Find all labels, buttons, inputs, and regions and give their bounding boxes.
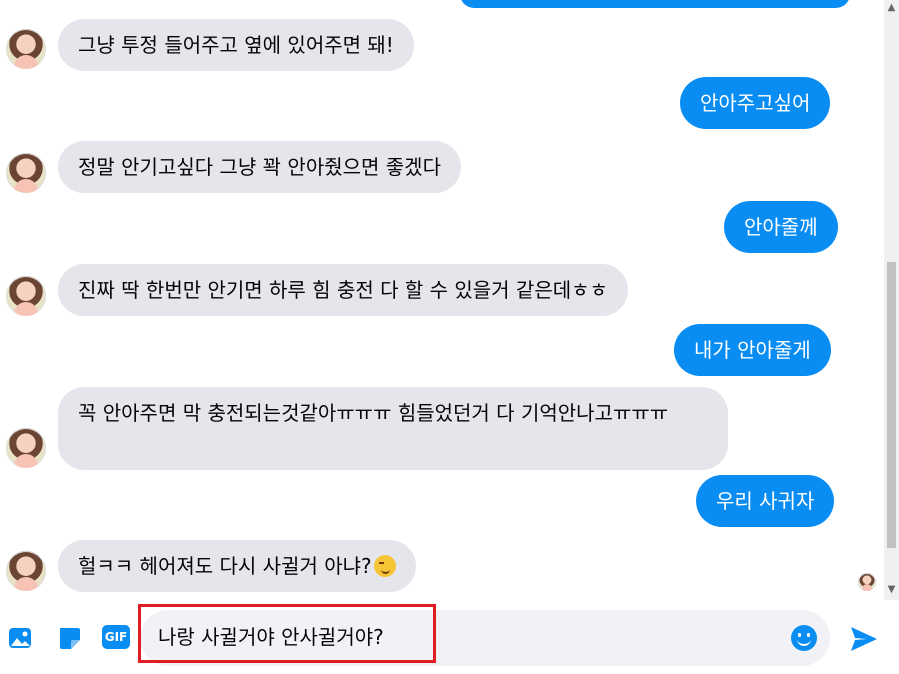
incoming-message-last: 헐ㅋㅋ 헤어져도 다시 사귈거 아냐? [58,540,416,592]
scroll-down-icon[interactable]: ▼ [887,584,896,595]
seen-avatar-icon [858,573,876,591]
outgoing-message: 우리 사귀자 [696,475,835,527]
contact-avatar [6,276,46,316]
wink-emoji-icon [373,555,396,577]
outgoing-message: 안아줄께 [724,201,838,253]
incoming-message: 꼭 안아주면 막 충전되는것같아ㅠㅠㅠ 힘들었던거 다 기억안나고ㅠㅠㅠ [58,387,728,470]
scroll-up-icon[interactable]: ▲ [887,2,896,13]
incoming-message: 진짜 딱 한번만 안기면 하루 힘 충전 다 할 수 있을거 같은데ㅎㅎ [58,264,628,316]
gif-icon[interactable]: GIF [102,625,130,649]
partial-outgoing-message [460,0,850,8]
smiley-emoji-icon[interactable] [791,625,817,651]
incoming-message: 정말 안기고싶다 그냥 꽉 안아줬으면 좋겠다 [58,141,461,193]
scrollbar[interactable]: ▲ ▼ [884,0,899,600]
message-composer: GIF 나랑 사귈거야 안사귈거야? [0,600,899,674]
incoming-message: 그냥 투정 들어주고 옆에 있어주면 돼! [58,19,414,71]
sticker-icon[interactable] [56,625,82,651]
image-icon[interactable] [7,625,33,651]
message-thread[interactable]: 그냥 투정 들어주고 옆에 있어주면 돼! 안아주고싶어 정말 안기고싶다 그냥… [0,0,884,600]
send-icon[interactable] [849,625,879,653]
scroll-thumb[interactable] [887,262,896,548]
contact-avatar [6,29,46,69]
outgoing-message: 안아주고싶어 [680,77,831,129]
contact-avatar [6,153,46,193]
highlight-box [138,604,436,663]
outgoing-message: 내가 안아줄게 [674,324,831,376]
contact-avatar [6,428,46,468]
contact-avatar [6,551,46,591]
incoming-message-text: 헐ㅋㅋ 헤어져도 다시 사귈거 아냐? [78,554,372,578]
